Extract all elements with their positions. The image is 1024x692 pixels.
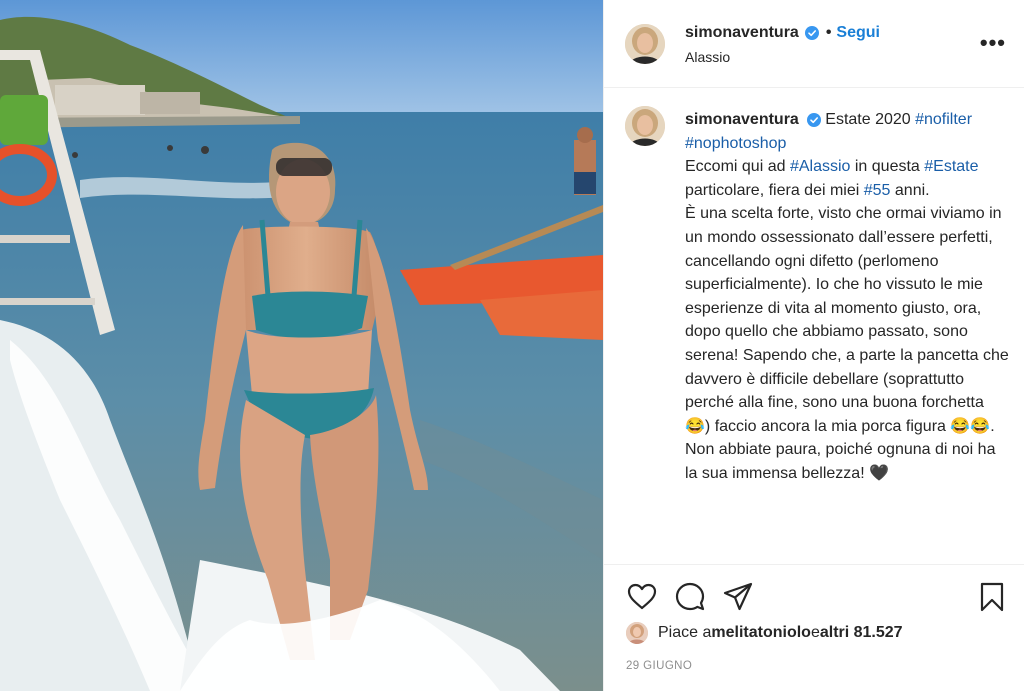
post-sidebar: simonaventura • Segui Alassio ••• simona… xyxy=(603,0,1024,691)
caption-intro-mid: particolare, fiera dei miei xyxy=(685,181,864,199)
action-icons xyxy=(626,581,1008,613)
caption-title: Estate 2020 xyxy=(825,111,916,128)
caption-row: simonaventura Estate 2020 #nofilter #nop… xyxy=(625,106,1012,486)
verified-badge-icon xyxy=(807,112,822,127)
heart-icon[interactable] xyxy=(626,581,658,613)
bookmark-icon[interactable] xyxy=(976,581,1008,613)
post-header: simonaventura • Segui Alassio ••• xyxy=(604,0,1024,88)
caption-intro-pre: Eccomi qui ad xyxy=(685,158,790,176)
caption-intro: Eccomi qui ad #Alassio in questa #Estate… xyxy=(685,155,1012,202)
beach-photo-illustration xyxy=(0,0,603,691)
liker-avatar[interactable] xyxy=(626,622,648,644)
header-user-line: simonaventura • Segui xyxy=(685,23,880,43)
hashtag-nofilter[interactable]: #nofilter xyxy=(915,111,972,128)
share-icon[interactable] xyxy=(722,581,754,613)
hashtag-estate[interactable]: #Estate xyxy=(924,158,978,175)
hashtag-alassio[interactable]: #Alassio xyxy=(790,158,850,175)
follow-button[interactable]: Segui xyxy=(836,23,880,43)
caption-text: simonaventura Estate 2020 #nofilter #nop… xyxy=(685,108,1012,486)
caption-first-line: simonaventura Estate 2020 #nofilter #nop… xyxy=(685,108,1012,155)
likes-count[interactable]: altri 81.527 xyxy=(820,624,903,642)
instagram-post: simonaventura • Segui Alassio ••• simona… xyxy=(0,0,1024,691)
liker-avatar-image xyxy=(626,622,648,644)
liker-username[interactable]: melitatoniolo xyxy=(711,624,811,642)
caption-body: È una scelta forte, visto che ormai vivi… xyxy=(685,205,1009,482)
caption-avatar[interactable] xyxy=(625,106,665,146)
avatar[interactable] xyxy=(625,23,665,64)
caption-username[interactable]: simonaventura xyxy=(685,111,799,128)
verified-badge-icon xyxy=(804,25,819,40)
separator-dot: • xyxy=(825,23,832,41)
comment-icon[interactable] xyxy=(674,581,706,613)
caption-intro-end: anni. xyxy=(890,181,930,199)
post-photo[interactable] xyxy=(0,0,603,691)
likes-prefix: Piace a xyxy=(658,624,712,641)
caption-avatar-image xyxy=(625,106,665,146)
likes-middle: e xyxy=(810,624,820,641)
location-link[interactable]: Alassio xyxy=(685,49,880,65)
more-options-icon[interactable]: ••• xyxy=(980,30,1006,56)
caption-section: simonaventura Estate 2020 #nofilter #nop… xyxy=(604,88,1024,564)
caption-intro-post: in questa xyxy=(850,158,920,176)
username-link[interactable]: simonaventura xyxy=(685,23,799,43)
header-text: simonaventura • Segui Alassio xyxy=(685,23,880,65)
hashtag-nophotoshop[interactable]: #nophotoshop xyxy=(685,135,786,152)
avatar-image xyxy=(625,23,665,64)
post-actions: Piace a melitatoniolo e altri 81.527 29 … xyxy=(604,564,1024,692)
hashtag-55[interactable]: #55 xyxy=(864,182,891,199)
post-date[interactable]: 29 GIUGNO xyxy=(626,660,692,672)
likes-summary: Piace a melitatoniolo e altri 81.527 xyxy=(626,622,903,644)
